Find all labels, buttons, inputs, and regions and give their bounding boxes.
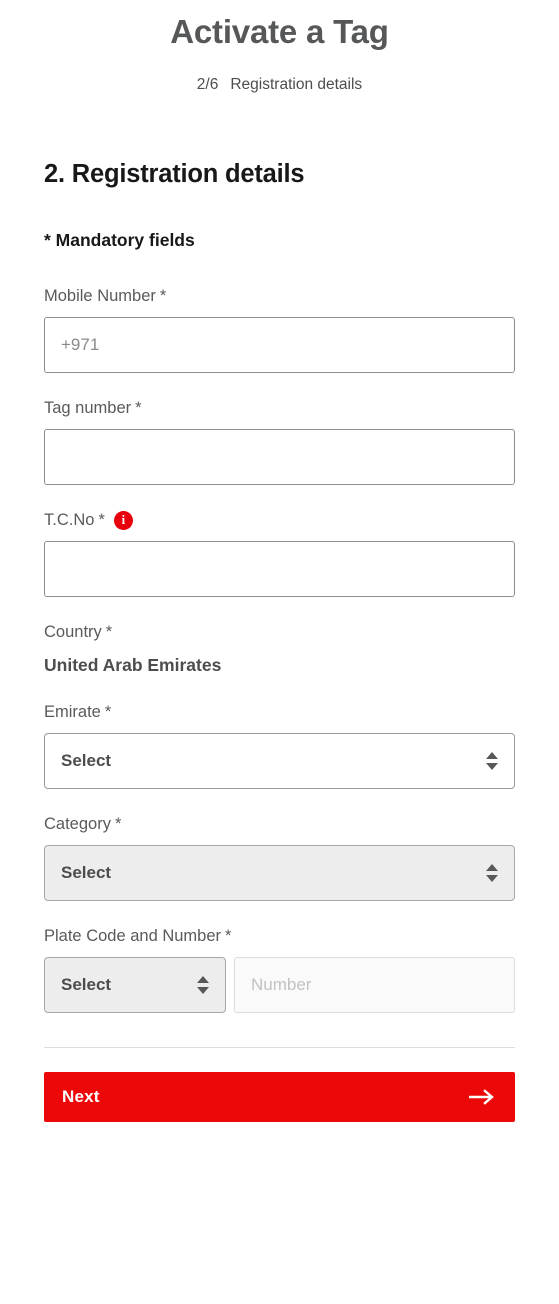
mobile-number-input[interactable] [44, 317, 515, 373]
plate-row: Select [44, 957, 515, 1013]
label-tag-number: Tag number * [44, 397, 515, 419]
chevron-up-icon [486, 752, 498, 759]
plate-code-selected-value: Select [61, 975, 112, 994]
select-spinner-icon [197, 976, 209, 994]
chevron-down-icon [197, 987, 209, 994]
mandatory-fields-note: * Mandatory fields [44, 230, 195, 250]
field-plate-code-and-number: Plate Code and Number * Select [44, 925, 515, 1013]
label-tc-no-text: T.C.No [44, 511, 95, 529]
label-tc-no: T.C.No * i [44, 509, 515, 531]
label-plate-code-and-number: Plate Code and Number * [44, 925, 515, 947]
field-country: Country * United Arab Emirates [44, 621, 515, 677]
label-plate-text: Plate Code and Number [44, 927, 222, 945]
arrow-right-icon [469, 1089, 494, 1105]
activate-tag-page: Activate a Tag 2/6 Registration details 2… [0, 0, 559, 1304]
label-emirate: Emirate * [44, 701, 515, 723]
step-count: 2/6 [196, 76, 219, 93]
label-country-text: Country [44, 623, 102, 641]
label-category-text: Category [44, 815, 111, 833]
step-indicator: 2/6 Registration details [0, 75, 559, 95]
label-mobile-number-text: Mobile Number [44, 287, 156, 305]
field-tag-number: Tag number * [44, 397, 515, 485]
label-mobile-number: Mobile Number * [44, 285, 515, 307]
category-select[interactable]: Select [44, 845, 515, 901]
required-asterisk: * [159, 287, 167, 305]
emirate-selected-value: Select [61, 751, 112, 770]
label-category: Category * [44, 813, 515, 835]
step-label: Registration details [230, 76, 363, 93]
tc-no-input[interactable] [44, 541, 515, 597]
field-mobile-number: Mobile Number * [44, 285, 515, 373]
chevron-up-icon [486, 864, 498, 871]
field-tc-no: T.C.No * i [44, 509, 515, 597]
plate-code-select[interactable]: Select [44, 957, 226, 1013]
required-asterisk: * [114, 815, 122, 833]
required-asterisk: * [104, 703, 112, 721]
section-heading: 2. Registration details [44, 160, 305, 188]
footer-divider [44, 1047, 515, 1048]
plate-number-input[interactable] [234, 957, 515, 1013]
country-value: United Arab Emirates [44, 655, 222, 675]
info-icon[interactable]: i [113, 510, 133, 530]
registration-form: Mobile Number * Tag number * T.C.No * i [0, 285, 559, 1013]
label-tag-number-text: Tag number [44, 399, 132, 417]
tag-number-input[interactable] [44, 429, 515, 485]
chevron-down-icon [486, 763, 498, 770]
next-button[interactable]: Next [44, 1072, 515, 1122]
select-spinner-icon [486, 864, 498, 882]
next-button-label: Next [62, 1087, 100, 1106]
label-country: Country * [44, 621, 515, 643]
emirate-select[interactable]: Select [44, 733, 515, 789]
label-emirate-text: Emirate [44, 703, 101, 721]
required-asterisk: * [105, 623, 113, 641]
field-emirate: Emirate * Select [44, 701, 515, 789]
required-asterisk: * [135, 399, 142, 417]
chevron-up-icon [197, 976, 209, 983]
page-title: Activate a Tag [170, 13, 389, 50]
category-selected-value: Select [61, 863, 112, 882]
required-asterisk: * [98, 511, 105, 529]
select-spinner-icon [486, 752, 498, 770]
chevron-down-icon [486, 875, 498, 882]
field-category: Category * Select [44, 813, 515, 901]
required-asterisk: * [225, 927, 232, 945]
